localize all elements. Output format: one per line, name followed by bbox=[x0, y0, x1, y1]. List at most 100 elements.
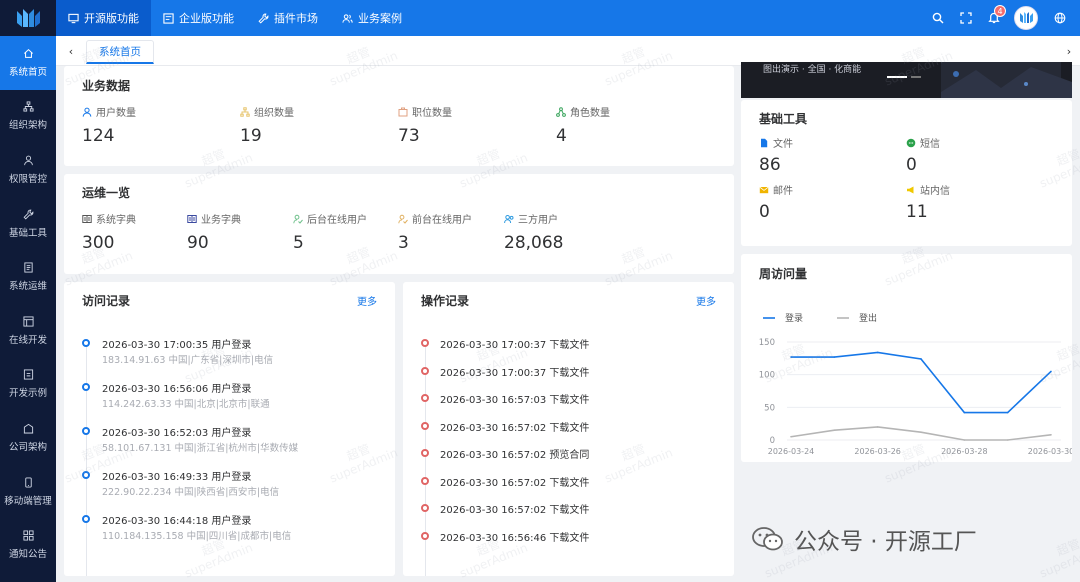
stat-label-row: 站内信 bbox=[906, 182, 950, 197]
notification-badge: 4 bbox=[994, 5, 1006, 17]
stat-label-row: 短信 bbox=[906, 135, 940, 150]
operation-record-text[interactable]: 2026-03-30 16:57:03 下载文件 bbox=[440, 391, 589, 406]
globe-icon[interactable] bbox=[1046, 0, 1074, 36]
chart-point bbox=[876, 426, 879, 428]
top-nav-item-3[interactable]: 业务案例 bbox=[330, 0, 414, 36]
visit-record-ip: 114.242.63.33 中国|北京|北京市|联通 bbox=[102, 399, 270, 410]
sidebar-item-2[interactable]: 权限管控 bbox=[0, 143, 56, 197]
tool-stat-0[interactable]: 文件 86 bbox=[759, 135, 793, 175]
operation-record-text[interactable]: 2026-03-30 16:57:02 下载文件 bbox=[440, 501, 589, 516]
top-nav: 开源版功能 企业版功能 插件市场 业务案例 bbox=[56, 0, 414, 36]
stat-label-row: 文件 bbox=[759, 135, 793, 150]
sidebar-item-4[interactable]: 系统运维 bbox=[0, 250, 56, 304]
sidebar-item-7[interactable]: 公司架构 bbox=[0, 411, 56, 465]
timeline-dot bbox=[421, 504, 429, 512]
sidebar-item-label: 权限管控 bbox=[8, 173, 47, 185]
tab-home[interactable]: 系统首页 bbox=[86, 40, 154, 64]
top-nav-item-2[interactable]: 插件市场 bbox=[246, 0, 330, 36]
stat-value: 124 bbox=[82, 126, 115, 146]
weekly-visits-chart: 0 50 100 150 2026-03-24 2026-03-26 2026-03-28 2… bbox=[759, 312, 1072, 456]
sidebar-item-label: 组织架构 bbox=[8, 120, 47, 132]
top-right-tools: 4 bbox=[924, 0, 1080, 36]
timeline-dot bbox=[421, 366, 429, 375]
file-icon bbox=[759, 138, 769, 148]
operation-record-text[interactable]: 2026-03-30 17:00:37 下载文件 bbox=[440, 364, 589, 379]
operation-record-text[interactable]: 2026-03-30 16:57:02 预览合同 bbox=[440, 446, 589, 461]
top-nav-item-label: 业务案例 bbox=[358, 12, 402, 25]
chart-point bbox=[963, 411, 966, 414]
chart-point bbox=[1006, 439, 1009, 441]
stat-label-row: 系统字典 bbox=[82, 211, 136, 226]
visit-record-text[interactable]: 2026-03-30 16:52:03 用户登录 bbox=[102, 424, 251, 439]
bell-icon[interactable]: 4 bbox=[980, 0, 1008, 36]
operation-record-text[interactable]: 2026-03-30 16:57:02 下载文件 bbox=[440, 419, 589, 434]
business-data-title: 业务数据 bbox=[82, 79, 131, 93]
sidebar-item-3[interactable]: 基础工具 bbox=[0, 197, 56, 251]
sidebar-item-0[interactable]: 系统首页 bbox=[0, 36, 56, 90]
tool-stat-2[interactable]: 邮件 0 bbox=[759, 182, 793, 222]
tabs-scroll-left-icon[interactable]: ‹ bbox=[62, 36, 80, 66]
sidebar-item-1[interactable]: 组织架构 bbox=[0, 90, 56, 144]
ops-stat-3: 前台在线用户 3 bbox=[398, 211, 472, 253]
carousel-dot[interactable] bbox=[911, 76, 921, 78]
chart-point bbox=[963, 439, 966, 441]
code-icon bbox=[22, 316, 34, 327]
visit-log-card: 访问记录 更多 2026-03-30 17:00:35 用户登录 183.14.9… bbox=[64, 282, 395, 576]
avatar-logo-icon bbox=[1020, 12, 1033, 23]
chart-series-line-0 bbox=[791, 351, 1052, 414]
timeline-line bbox=[86, 342, 87, 576]
sidebar-item-label: 公司架构 bbox=[8, 441, 47, 453]
tool-stat-1[interactable]: 短信 0 bbox=[906, 135, 940, 175]
stat-label-row: 用户数量 bbox=[82, 104, 136, 119]
visit-record-text[interactable]: 2026-03-30 16:44:18 用户登录 bbox=[102, 512, 251, 527]
visit-record-text[interactable]: 2026-03-30 16:49:33 用户登录 bbox=[102, 468, 251, 483]
doc-icon bbox=[23, 262, 34, 273]
home-icon bbox=[23, 48, 34, 59]
sidebar-item-6[interactable]: 开发示例 bbox=[0, 358, 56, 412]
stat-value: 300 bbox=[82, 233, 115, 253]
operation-record-text[interactable]: 2026-03-30 17:00:37 下载文件 bbox=[440, 336, 589, 351]
stat-value: 5 bbox=[293, 233, 304, 253]
avatar[interactable] bbox=[1014, 6, 1038, 30]
visit-log-more-link[interactable]: 更多 bbox=[357, 293, 377, 308]
org-icon bbox=[22, 101, 34, 112]
top-nav-item-label: 开源版功能 bbox=[84, 12, 139, 25]
dictionary-icon bbox=[82, 214, 92, 224]
visit-record-text[interactable]: 2026-03-30 17:00:35 用户登录 bbox=[102, 336, 251, 351]
business-stat-0: 用户数量 124 bbox=[82, 104, 136, 146]
chart-point bbox=[920, 358, 922, 360]
carousel-dot-active[interactable] bbox=[887, 76, 907, 78]
top-nav-item-1[interactable]: 企业版功能 bbox=[151, 0, 246, 36]
dictionary-icon bbox=[187, 214, 197, 224]
timeline-dot bbox=[421, 449, 429, 457]
timeline-dot bbox=[82, 515, 90, 523]
operation-log-more-link[interactable]: 更多 bbox=[696, 293, 716, 308]
sidebar-item-5[interactable]: 在线开发 bbox=[0, 304, 56, 358]
timeline-dot bbox=[82, 471, 90, 479]
operation-record-text[interactable]: 2026-03-30 16:57:02 下载文件 bbox=[440, 474, 589, 489]
wechat-icon bbox=[752, 527, 783, 551]
top-nav-item-0[interactable]: 开源版功能 bbox=[56, 0, 151, 36]
operation-record-text[interactable]: 2026-03-30 16:56:46 下载文件 bbox=[440, 529, 589, 544]
online-user-icon bbox=[293, 214, 303, 224]
visit-record-ip: 222.90.22.234 中国|陕西省|西安市|电信 bbox=[102, 487, 280, 498]
stat-label: 用户数量 bbox=[96, 108, 136, 119]
building-icon bbox=[23, 423, 34, 434]
tool-stat-3[interactable]: 站内信 11 bbox=[906, 182, 950, 222]
search-icon[interactable] bbox=[924, 0, 952, 36]
timeline-dot bbox=[421, 531, 429, 540]
logo-icon bbox=[17, 9, 40, 27]
chart-y-tick-label: 50 bbox=[764, 403, 775, 413]
carousel-banner[interactable]: 图出演示 · 全国 · 化商能 bbox=[741, 62, 1072, 98]
app-logo[interactable] bbox=[0, 0, 56, 36]
stat-label: 短信 bbox=[920, 139, 940, 150]
sidebar-item-8[interactable]: 移动端管理 bbox=[0, 465, 56, 519]
visit-record-text[interactable]: 2026-03-30 16:56:06 用户登录 bbox=[102, 380, 251, 395]
stat-value: 4 bbox=[556, 126, 567, 146]
stat-label: 后台在线用户 bbox=[307, 215, 367, 226]
stat-label: 三方用户 bbox=[518, 215, 558, 226]
sidebar-item-9[interactable]: 通知公告 bbox=[0, 518, 56, 572]
stat-label: 业务字典 bbox=[201, 215, 241, 226]
top-nav-item-label: 插件市场 bbox=[274, 12, 318, 25]
fullscreen-icon[interactable] bbox=[952, 0, 980, 36]
